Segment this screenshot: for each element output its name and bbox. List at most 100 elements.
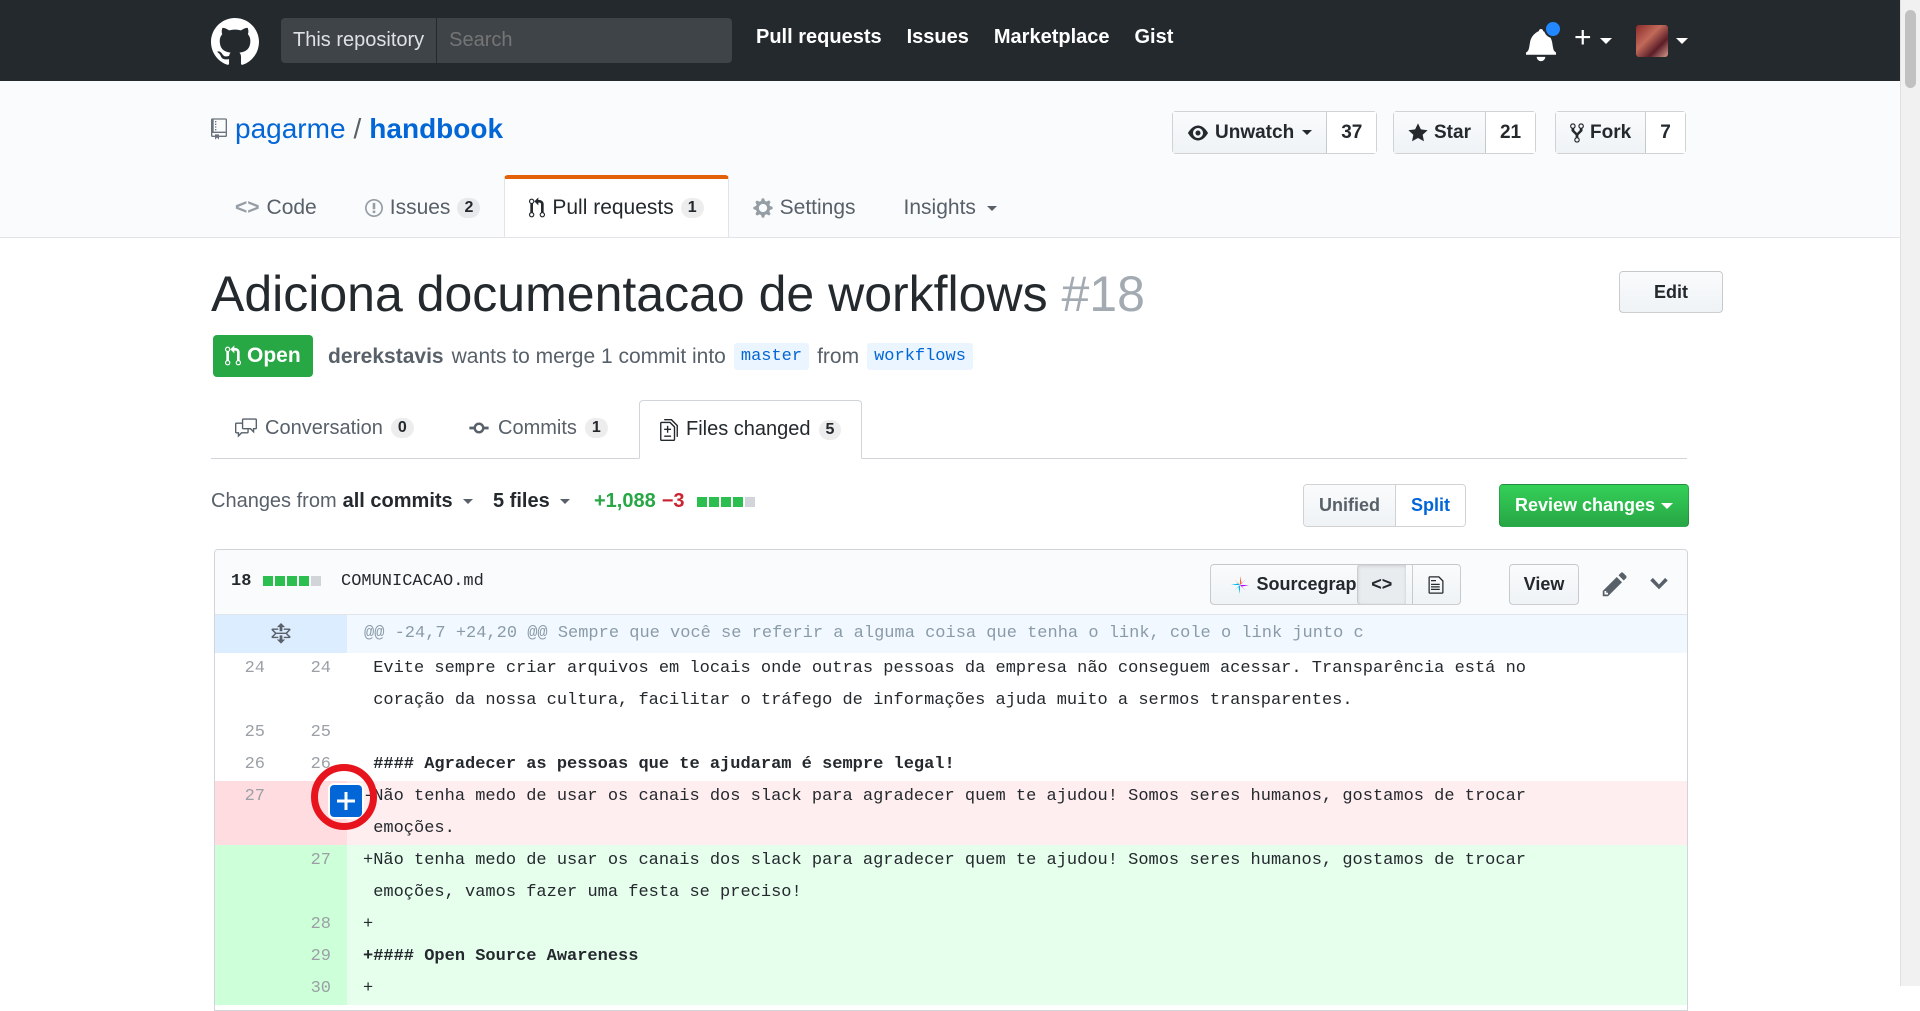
diff-line: 26 26 #### Agradecer as pessoas que te a… [215, 749, 1687, 781]
tab-label: Insights [903, 196, 976, 219]
eye-icon [1188, 125, 1208, 140]
chevron-down-icon [986, 205, 997, 211]
file-diffstat [263, 576, 321, 586]
pencil-icon[interactable] [1601, 570, 1629, 598]
line-code: #### Agradecer as pessoas que te ajudara… [363, 755, 955, 774]
pr-number: #18 [1061, 266, 1145, 322]
unfold-icon [271, 623, 291, 644]
tab-issues[interactable]: Issues 2 [341, 179, 505, 237]
fork-button[interactable]: Fork [1556, 112, 1647, 153]
file-change-count: 18 [231, 572, 252, 591]
stargazers-count[interactable]: 21 [1485, 112, 1536, 153]
issue-icon [364, 199, 383, 217]
old-line-number[interactable]: 25 [215, 717, 265, 749]
new-line-number[interactable]: 27 [281, 845, 331, 877]
old-line-number[interactable]: 27 [215, 781, 265, 813]
plus-icon: + [1574, 21, 1592, 54]
fork-icon [1570, 122, 1584, 143]
expand-context-button[interactable] [215, 615, 347, 653]
tab-label: Files changed [686, 418, 811, 440]
star-icon [1408, 122, 1428, 141]
forks-count[interactable]: 7 [1646, 112, 1685, 153]
nav-gist[interactable]: Gist [1135, 26, 1174, 49]
source-diff-toggle: <> [1357, 564, 1461, 605]
line-code: +Não tenha medo de usar os canais dos sl… [363, 851, 1526, 902]
review-changes-button[interactable]: Review changes [1499, 484, 1689, 527]
tab-conversation[interactable]: Conversation 0 [235, 400, 414, 456]
plus-icon [337, 792, 355, 810]
base-branch[interactable]: master [733, 343, 810, 370]
changes-from-menu[interactable]: Changes from all commits [211, 490, 473, 513]
view-file-button[interactable]: View [1509, 564, 1579, 605]
watchers-count[interactable]: 37 [1327, 112, 1377, 153]
star-button-group: Star 21 [1393, 111, 1537, 154]
new-line-number[interactable]: 30 [281, 973, 331, 1005]
changes-from-label: Changes from [211, 490, 337, 512]
unified-view-button[interactable]: Unified [1304, 485, 1395, 526]
tab-label: Conversation [265, 416, 383, 439]
repo-icon [211, 118, 227, 140]
edit-title-button[interactable]: Edit [1619, 271, 1723, 313]
additions-count: +1,088 [594, 490, 656, 512]
review-changes-label: Review changes [1514, 495, 1656, 515]
tab-label: Commits [498, 416, 577, 439]
diff-summary: +1,088 −3 [594, 490, 755, 513]
new-line-number[interactable]: 28 [281, 909, 331, 941]
diff-line-addition: 30 + [215, 973, 1687, 1005]
issues-counter: 2 [457, 198, 481, 218]
files-changed-counter: 5 [818, 419, 842, 440]
merge-text: wants to merge 1 commit into [451, 344, 726, 368]
tab-label: Settings [779, 196, 856, 219]
github-logo-icon[interactable] [211, 18, 259, 66]
pr-title: Adiciona documentacao de workflows #18 [211, 265, 1145, 323]
new-line-number[interactable]: 29 [281, 941, 331, 973]
chevron-down-icon [1302, 130, 1313, 135]
chevron-down-icon[interactable] [1645, 570, 1673, 598]
files-menu[interactable]: 5 files [493, 490, 570, 513]
nav-issues[interactable]: Issues [907, 26, 969, 49]
page-scrollbar[interactable] [1900, 0, 1920, 986]
create-new-menu[interactable]: + [1574, 20, 1624, 60]
tab-commits[interactable]: Commits 1 [468, 400, 608, 456]
commits-counter: 1 [584, 418, 608, 438]
file-header: 18 COMUNICACAO.md Sourcegraph <> View [215, 550, 1687, 615]
tab-code[interactable]: <> Code [211, 179, 341, 237]
old-line-number[interactable]: 24 [215, 653, 265, 685]
tab-files-changed[interactable]: Files changed 5 [639, 400, 863, 459]
chevron-down-icon [1676, 38, 1688, 44]
new-line-number[interactable]: 25 [281, 717, 331, 749]
diff-line: 24 24 Evite sempre criar arquivos em loc… [215, 653, 1687, 717]
unwatch-button[interactable]: Unwatch [1173, 112, 1328, 153]
add-line-comment-button[interactable] [330, 785, 362, 817]
file-name[interactable]: COMUNICACAO.md [341, 572, 484, 591]
line-code: + [363, 979, 374, 998]
author-link[interactable]: derekstavis [328, 345, 444, 369]
pr-title-text: Adiciona documentacao de workflows [211, 266, 1048, 322]
nav-marketplace[interactable]: Marketplace [994, 26, 1110, 49]
diff-line: 25 25 [215, 717, 1687, 749]
tab-insights[interactable]: Insights [880, 179, 1021, 237]
tab-pull-requests[interactable]: Pull requests 1 [504, 175, 729, 237]
pull-request-icon [529, 197, 546, 218]
repo-name-link[interactable]: handbook [369, 113, 503, 145]
header-nav: Pull requests Issues Marketplace Gist [756, 26, 1173, 49]
line-code: +#### Open Source Awareness [363, 947, 639, 966]
split-view-button[interactable]: Split [1395, 485, 1465, 526]
head-branch[interactable]: workflows [867, 343, 973, 370]
diff-line-addition: 29 +#### Open Source Awareness [215, 941, 1687, 973]
rich-diff-button[interactable] [1411, 565, 1461, 604]
scrollbar-thumb[interactable] [1905, 10, 1916, 88]
new-line-number[interactable]: 24 [281, 653, 331, 685]
user-menu[interactable] [1636, 20, 1691, 60]
new-line-number[interactable]: 26 [281, 749, 331, 781]
old-line-number[interactable]: 26 [215, 749, 265, 781]
code-view-button[interactable]: <> [1358, 565, 1406, 604]
star-button[interactable]: Star [1394, 112, 1486, 153]
fork-button-group: Fork 7 [1555, 111, 1686, 154]
from-text: from [817, 344, 860, 368]
hunk-header-text: @@ -24,7 +24,20 @@ Sempre que você se re… [364, 624, 1364, 643]
search-input[interactable] [437, 18, 732, 63]
nav-pull-requests[interactable]: Pull requests [756, 26, 882, 49]
tab-settings[interactable]: Settings [729, 179, 880, 237]
repo-owner-link[interactable]: pagarme [235, 113, 346, 145]
